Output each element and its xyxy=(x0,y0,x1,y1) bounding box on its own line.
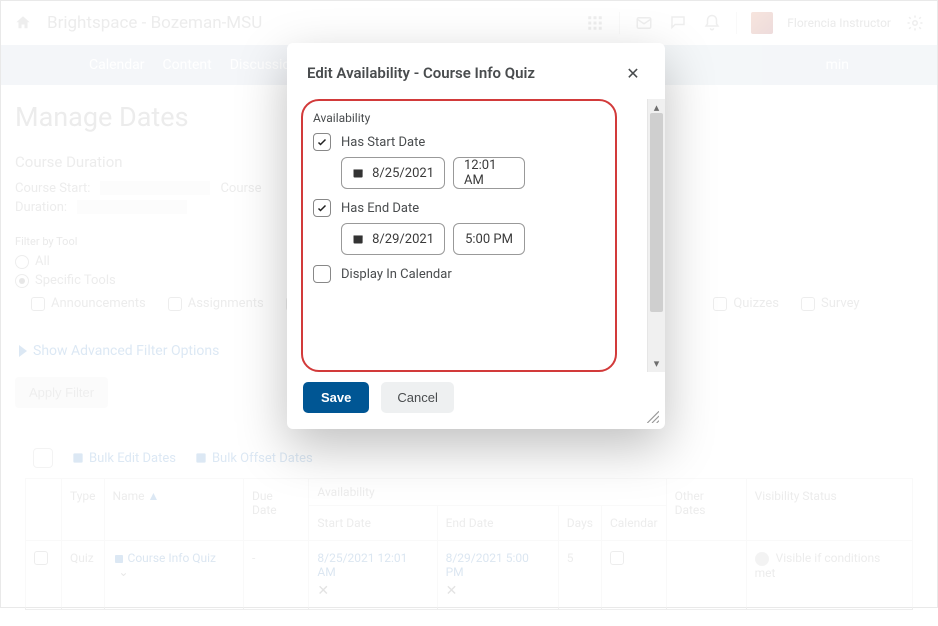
has-end-checkbox[interactable] xyxy=(313,199,331,217)
cancel-button[interactable]: Cancel xyxy=(381,382,453,413)
end-time-field[interactable]: 5:00 PM xyxy=(453,223,525,255)
edit-availability-modal: Edit Availability - Course Info Quiz ✕ A… xyxy=(287,43,665,429)
has-start-label: Has Start Date xyxy=(341,135,425,150)
resize-grip-icon[interactable] xyxy=(645,409,659,423)
display-calendar-label: Display In Calendar xyxy=(341,267,452,282)
start-time-field[interactable]: 12:01 AM xyxy=(453,157,525,189)
modal-title: Edit Availability - Course Info Quiz xyxy=(307,64,621,82)
scroll-down-icon[interactable]: ▾ xyxy=(654,357,660,370)
end-date-field[interactable]: 8/29/2021 xyxy=(341,223,445,255)
calendar-icon xyxy=(352,232,364,246)
scroll-thumb[interactable] xyxy=(650,113,663,312)
modal-close-button[interactable]: ✕ xyxy=(621,61,645,85)
calendar-icon xyxy=(352,166,364,180)
availability-group: Availability Has Start Date 8/25/2021 12… xyxy=(301,99,617,372)
has-end-label: Has End Date xyxy=(341,201,419,216)
start-date-field[interactable]: 8/25/2021 xyxy=(341,157,445,189)
has-start-checkbox[interactable] xyxy=(313,133,331,151)
display-calendar-checkbox[interactable] xyxy=(313,265,331,283)
modal-scrollbar[interactable]: ▴ ▾ xyxy=(647,99,665,372)
save-button[interactable]: Save xyxy=(303,382,369,413)
availability-group-label: Availability xyxy=(313,111,601,125)
